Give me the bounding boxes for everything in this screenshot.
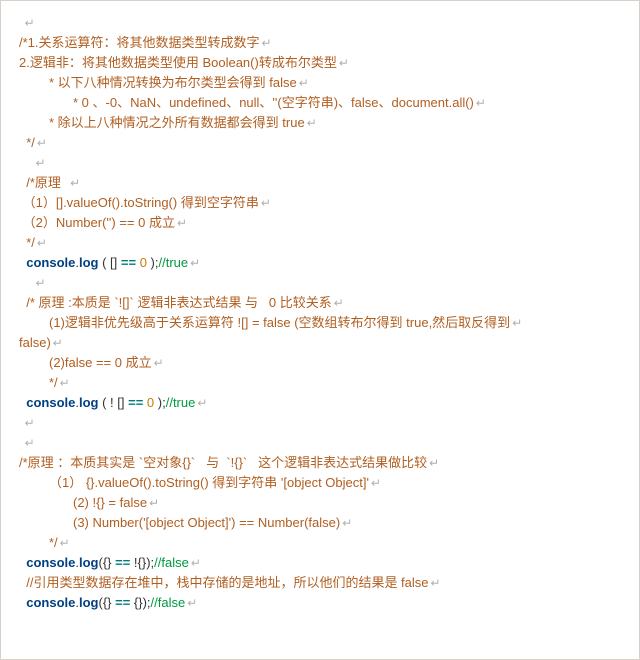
code-token: */: [49, 375, 58, 390]
code-line: */: [19, 373, 639, 393]
code-line: * 除以上八种情况之外所有数据都会得到 true: [19, 113, 639, 133]
code-token: （1） {}.valueOf().toString() 得到字符串 '[obje…: [49, 475, 369, 490]
code-token: 0: [140, 255, 147, 270]
code-line: */: [19, 233, 639, 253]
code-token: !{});: [130, 555, 154, 570]
code-token: /*原理: [19, 175, 61, 190]
code-token: /*1.关系运算符：将其他数据类型转成数字: [19, 35, 260, 50]
code-line: console.log ( [] == 0 );//true: [19, 253, 639, 273]
code-token: [19, 415, 23, 430]
code-token: //true: [166, 395, 196, 410]
code-token: * 以下八种情况转换为布尔类型会得到 false: [49, 75, 297, 90]
code-line: false): [19, 333, 639, 353]
code-token: （1）[].valueOf().toString() 得到空字符串: [19, 195, 259, 210]
code-token: console: [26, 255, 75, 270]
code-token: ( ! []: [98, 395, 128, 410]
code-token: log: [79, 595, 99, 610]
code-token: console: [26, 555, 75, 570]
code-line: [19, 413, 639, 433]
code-token: /*原理 ：本质其实是 `空对象{}` 与 `!{}` 这个逻辑非表达式结果做比…: [19, 455, 427, 470]
code-token: //true: [158, 255, 188, 270]
code-line: console.log({} == {});//false: [19, 593, 639, 613]
code-token: */: [19, 135, 35, 150]
code-token: 2.逻辑非：将其他数据类型使用 Boolean()转成布尔类型: [19, 55, 337, 70]
code-line: (1)逻辑非优先级高于关系运算符 ![] = false (空数组转布尔得到 t…: [19, 313, 639, 333]
code-line: * 以下八种情况转换为布尔类型会得到 false: [19, 73, 639, 93]
code-token: * 除以上八种情况之外所有数据都会得到 true: [49, 115, 305, 130]
code-token: ({}: [98, 595, 115, 610]
code-token: log: [79, 555, 99, 570]
code-line: console.log({} == !{});//false: [19, 553, 639, 573]
code-token: ({}: [98, 555, 115, 570]
code-token: console: [26, 395, 75, 410]
code-token: );: [147, 255, 159, 270]
code-token: ( []: [98, 255, 120, 270]
code-line: */: [19, 133, 639, 153]
code-line: /*原理 ：本质其实是 `空对象{}` 与 `!{}` 这个逻辑非表达式结果做比…: [19, 453, 639, 473]
code-token: log: [79, 395, 99, 410]
code-line: /*1.关系运算符：将其他数据类型转成数字: [19, 33, 639, 53]
code-line: （1）[].valueOf().toString() 得到空字符串: [19, 193, 639, 213]
code-token: (1)逻辑非优先级高于关系运算符 ![] = false (空数组转布尔得到 t…: [49, 315, 510, 330]
code-line: [19, 153, 639, 173]
code-line: */: [19, 533, 639, 553]
code-line: 2.逻辑非：将其他数据类型使用 Boolean()转成布尔类型: [19, 53, 639, 73]
code-line: * 0 、-0、NaN、undefined、null、''(空字符串)、fals…: [19, 93, 639, 113]
code-token: ==: [115, 555, 130, 570]
code-token: false): [19, 335, 51, 350]
code-line: //引用类型数据存在堆中，栈中存储的是地址，所以他们的结果是 false: [19, 573, 639, 593]
code-line: （2）Number('') == 0 成立: [19, 213, 639, 233]
code-token: /* 原理 :本质是 `![]` 逻辑非表达式结果 与 0 比较关系: [19, 295, 332, 310]
code-line: /* 原理 :本质是 `![]` 逻辑非表达式结果 与 0 比较关系: [19, 293, 639, 313]
code-line: [19, 273, 639, 293]
code-token: （2）Number('') == 0 成立: [19, 215, 175, 230]
code-token: * 0 、-0、NaN、undefined、null、''(空字符串)、fals…: [73, 95, 474, 110]
code-token: //引用类型数据存在堆中，栈中存储的是地址，所以他们的结果是 false: [19, 575, 429, 590]
code-token: (2)false == 0 成立: [49, 355, 152, 370]
code-token: {});: [130, 595, 150, 610]
code-token: [19, 275, 33, 290]
code-token: [61, 175, 68, 190]
code-token: [19, 15, 23, 30]
code-token: );: [154, 395, 166, 410]
code-token: ==: [128, 395, 143, 410]
code-token: */: [19, 235, 35, 250]
code-line: console.log ( ! [] == 0 );//true: [19, 393, 639, 413]
code-document: /*1.关系运算符：将其他数据类型转成数字 2.逻辑非：将其他数据类型使用 Boo…: [0, 0, 640, 660]
code-token: //false: [154, 555, 189, 570]
code-line: (2)false == 0 成立: [19, 353, 639, 373]
code-line: [19, 433, 639, 453]
code-token: (3) Number('[object Object]') == Number(…: [73, 515, 340, 530]
code-token: (2) !{} = false: [73, 495, 147, 510]
code-token: ==: [115, 595, 130, 610]
code-token: log: [79, 255, 99, 270]
code-token: */: [49, 535, 58, 550]
code-line: [19, 13, 639, 33]
code-token: [19, 435, 23, 450]
code-token: [19, 155, 33, 170]
code-line: /*原理: [19, 173, 639, 193]
code-token: //false: [151, 595, 186, 610]
code-token: console: [26, 595, 75, 610]
code-line: (3) Number('[object Object]') == Number(…: [19, 513, 639, 533]
code-token: ==: [121, 255, 136, 270]
code-line: (2) !{} = false: [19, 493, 639, 513]
code-line: （1） {}.valueOf().toString() 得到字符串 '[obje…: [19, 473, 639, 493]
